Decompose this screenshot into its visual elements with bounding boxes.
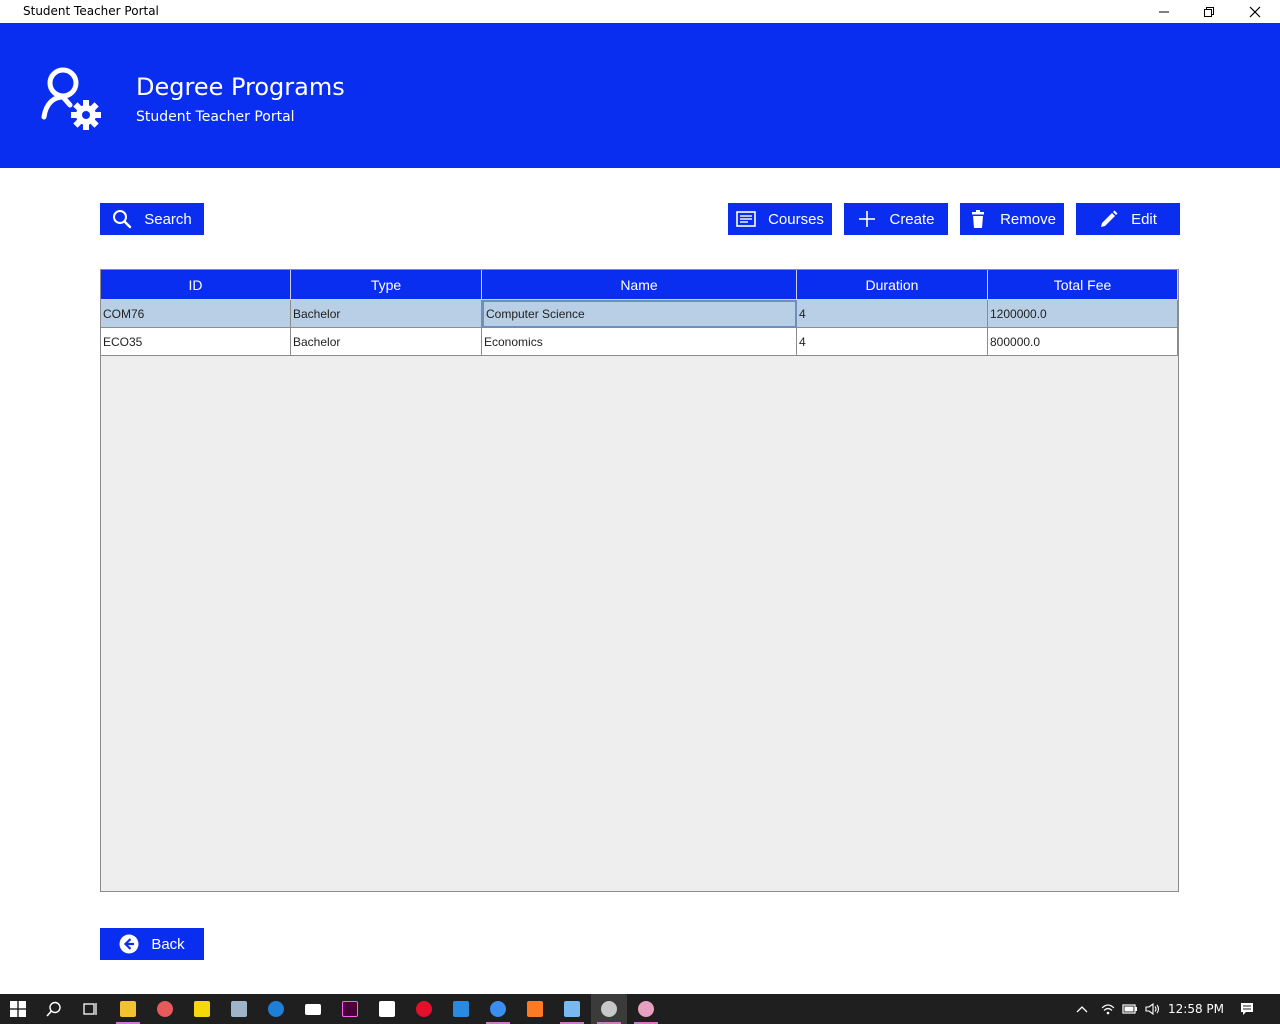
cell-name[interactable]: Computer Science [482,300,797,328]
taskbar-app-mail[interactable] [295,994,331,1024]
user-settings-icon [41,67,101,130]
taskbar-app-file-explorer[interactable] [110,994,146,1024]
taskbar-app-paint[interactable] [147,994,183,1024]
edge-icon [268,1001,284,1017]
table-header: ID Type Name Duration Total Fee [101,270,1178,300]
taskbar-app-java[interactable] [591,994,627,1024]
photos-icon [231,1001,247,1017]
cell-duration[interactable]: 4 [797,300,988,328]
taskbar-search-button[interactable] [36,994,72,1024]
start-button[interactable] [0,994,36,1024]
courses-button-label: Courses [768,210,824,228]
volume-button[interactable] [1142,994,1164,1024]
plus-icon [859,211,876,227]
chevron-up-icon [1076,1006,1088,1013]
action-center-button[interactable] [1232,994,1262,1024]
firefox-icon [490,1001,506,1017]
column-header-total-fee[interactable]: Total Fee [988,270,1178,300]
taskbar-app-store[interactable] [369,994,405,1024]
search-icon [113,210,132,229]
taskbar-app-virtualbox[interactable] [554,994,590,1024]
restore-button[interactable] [1186,0,1232,23]
back-button[interactable]: Back [100,928,204,960]
taskbar: 12:58 PM [0,994,1280,1024]
folder-icon [120,1001,136,1017]
column-header-type[interactable]: Type [291,270,482,300]
speaker-icon [1145,1003,1160,1015]
taskbar-app-edge[interactable] [258,994,294,1024]
courses-button[interactable]: Courses [728,203,832,235]
table-row[interactable]: ECO35 Bachelor Economics 4 800000.0 [101,328,1178,356]
cell-total-fee[interactable]: 1200000.0 [988,300,1178,328]
clock[interactable]: 12:58 PM [1166,994,1226,1024]
back-button-label: Back [151,935,185,953]
show-hidden-icons-button[interactable] [1070,994,1094,1024]
column-header-name[interactable]: Name [482,270,797,300]
vscode-icon [453,1001,469,1017]
taskbar-app-opera[interactable] [406,994,442,1024]
windows-icon [10,1001,26,1017]
edit-button-label: Edit [1131,210,1157,228]
pencil-icon [1101,210,1118,227]
notification-icon [1241,1003,1253,1015]
minimize-icon [1159,11,1169,12]
cell-name[interactable]: Economics [482,328,797,356]
paint-icon [157,1001,173,1017]
cell-duration[interactable]: 4 [797,328,988,356]
wifi-icon [1101,1004,1115,1015]
cell-type[interactable]: Bachelor [291,328,482,356]
xampp-icon [527,1001,543,1017]
create-button[interactable]: Create [844,203,948,235]
search-icon [46,1001,61,1017]
header-banner: Degree Programs Student Teacher Portal [0,23,1280,168]
remove-button-label: Remove [1000,210,1056,228]
column-header-id[interactable]: ID [101,270,291,300]
battery-button[interactable] [1119,994,1141,1024]
taskbar-app-sticky-notes[interactable] [184,994,220,1024]
list-icon [736,211,756,227]
cell-id[interactable]: COM76 [101,300,291,328]
java-icon [601,1001,617,1017]
taskbar-app-paint-3d[interactable] [628,994,664,1024]
virtualbox-icon [564,1001,580,1017]
title-bar: Student Teacher Portal [0,0,1280,23]
close-button[interactable] [1232,0,1278,23]
task-view-button[interactable] [72,994,108,1024]
minimize-button[interactable] [1141,0,1187,23]
taskbar-app-vscode[interactable] [443,994,479,1024]
restore-icon [1204,6,1214,17]
cell-total-fee[interactable]: 800000.0 [988,328,1178,356]
search-button[interactable]: Search [100,203,204,235]
edit-button[interactable]: Edit [1076,203,1180,235]
close-icon [1249,6,1261,17]
taskbar-app-photos[interactable] [221,994,257,1024]
remove-button[interactable]: Remove [960,203,1064,235]
cell-id[interactable]: ECO35 [101,328,291,356]
table-row[interactable]: COM76 Bachelor Computer Science 4 120000… [101,300,1178,328]
sticky-notes-icon [194,1001,210,1017]
cell-type[interactable]: Bachelor [291,300,482,328]
back-arrow-icon [119,934,139,954]
degree-programs-table[interactable]: ID Type Name Duration Total Fee COM76 Ba… [100,269,1179,892]
trash-icon [972,210,985,228]
taskbar-app-xampp[interactable] [517,994,553,1024]
mail-icon [305,1003,321,1015]
task-view-icon [83,1003,97,1015]
opera-icon [416,1001,432,1017]
window-title: Student Teacher Portal [23,4,159,18]
store-icon [379,1001,395,1017]
battery-icon [1122,1004,1137,1014]
taskbar-app-adobe-xd[interactable] [332,994,368,1024]
adobe-xd-icon [342,1001,358,1017]
create-button-label: Create [889,210,935,228]
search-button-label: Search [144,210,192,228]
column-header-duration[interactable]: Duration [797,270,988,300]
taskbar-app-firefox[interactable] [480,994,516,1024]
page-title: Degree Programs [136,73,345,101]
page-subtitle: Student Teacher Portal [136,109,295,125]
network-button[interactable] [1097,994,1119,1024]
paint-palette-icon [638,1001,654,1017]
